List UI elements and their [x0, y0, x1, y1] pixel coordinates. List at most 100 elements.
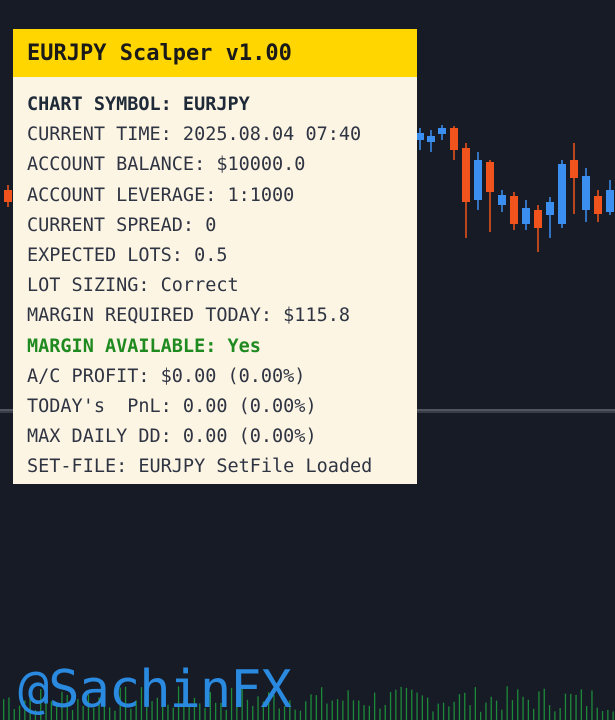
volume-bar — [384, 704, 386, 720]
volume-bar — [559, 707, 561, 720]
volume-bar — [305, 701, 307, 720]
account-leverage-row: ACCOUNT LEVERAGE: 1:1000 — [27, 184, 295, 206]
panel-title: EURJPY Scalper v1.00 — [27, 40, 292, 66]
volume-bar — [506, 686, 508, 720]
volume-bar — [416, 692, 418, 720]
volume-bar — [432, 711, 434, 720]
ea-info-panel: EURJPY Scalper v1.00 CHART SYMBOL: EURJP… — [13, 29, 417, 484]
volume-bar — [421, 695, 423, 720]
volume-bar — [437, 703, 439, 720]
candle-body — [582, 176, 590, 210]
volume-bar — [607, 709, 609, 720]
volume-bar — [336, 699, 339, 720]
account-profit-row: A/C PROFIT: $0.00 (0.00%) — [27, 365, 306, 387]
volume-bar — [321, 687, 323, 720]
volume-bar — [564, 693, 567, 720]
volume-bar — [522, 696, 524, 720]
volume-bar — [331, 700, 333, 720]
volume-bar — [501, 709, 503, 720]
volume-bar — [596, 707, 598, 720]
volume-bar — [358, 700, 360, 720]
account-balance-row: ACCOUNT BALANCE: $10000.0 — [27, 154, 306, 176]
candle-body — [534, 210, 542, 228]
volume-bar — [458, 694, 461, 720]
candle-body — [427, 136, 435, 142]
volume-bar — [474, 687, 476, 720]
volume-bar — [310, 694, 312, 720]
candle-body — [416, 133, 424, 140]
volume-bar — [374, 692, 376, 720]
candle-body — [558, 164, 566, 224]
candle-body — [606, 190, 614, 212]
volume-bar — [294, 709, 296, 720]
volume-bar — [495, 700, 498, 720]
todays-pnl-row: TODAY's PnL: 0.00 (0.00%) — [27, 396, 317, 418]
candle-body — [474, 160, 482, 200]
candle-body — [450, 128, 458, 150]
volume-bar — [411, 689, 413, 720]
panel-header: EURJPY Scalper v1.00 — [13, 29, 417, 77]
volume-bar — [442, 702, 445, 720]
candle-body — [570, 160, 578, 178]
candle-body — [498, 195, 506, 205]
volume-bar — [395, 689, 397, 720]
volume-bar — [548, 705, 551, 720]
volume-bar — [379, 708, 381, 720]
volume-bar — [612, 711, 614, 720]
volume-bar — [517, 689, 519, 720]
candle-body — [438, 128, 446, 134]
volume-bar — [580, 689, 582, 720]
volume-bar — [527, 699, 529, 720]
volume-bar — [570, 693, 572, 720]
volume-bar — [591, 690, 593, 720]
volume-bar — [427, 697, 429, 720]
volume-bar — [448, 706, 450, 720]
volume-bar — [480, 711, 482, 720]
volume-bar — [601, 711, 604, 720]
volume-bar — [347, 690, 349, 720]
volume-bar — [511, 700, 514, 720]
candle-body — [462, 148, 470, 202]
current-time-row: CURRENT TIME: 2025.08.04 07:40 — [27, 124, 362, 146]
current-spread-row: CURRENT SPREAD: 0 — [27, 214, 217, 236]
panel-body: CHART SYMBOL: EURJPY CURRENT TIME: 2025.… — [13, 77, 417, 483]
volume-bar — [315, 695, 317, 720]
volume-bar — [299, 710, 302, 720]
candle-body — [4, 190, 12, 202]
watermark-text: @SachinFX — [18, 660, 292, 720]
candle-body — [594, 196, 602, 214]
volume-bar — [575, 694, 577, 720]
volume-bar — [13, 708, 15, 720]
lot-sizing-row: LOT SIZING: Correct — [27, 275, 239, 297]
volume-bar — [469, 705, 471, 720]
volume-bar — [368, 705, 370, 720]
candle-body — [522, 208, 530, 224]
volume-bar — [352, 700, 355, 720]
volume-bar — [490, 696, 492, 720]
volume-bar — [342, 700, 344, 720]
volume-bar — [326, 703, 328, 720]
volume-bar — [453, 701, 455, 720]
volume-bar — [543, 688, 545, 720]
volume-bar — [405, 687, 408, 720]
volume-bar — [389, 692, 392, 720]
set-file-row: SET-FILE: EURJPY SetFile Loaded — [27, 456, 373, 478]
candle-body — [510, 196, 518, 224]
chart-symbol-row: CHART SYMBOL: EURJPY — [27, 94, 250, 115]
volume-bar — [8, 697, 10, 720]
volume-bar — [485, 702, 487, 720]
volume-bar — [533, 708, 535, 720]
volume-bar — [363, 705, 365, 720]
max-daily-dd-row: MAX DAILY DD: 0.00 (0.00%) — [27, 426, 317, 448]
volume-bar — [538, 691, 540, 720]
volume-bar — [464, 692, 466, 720]
expected-lots-row: EXPECTED LOTS: 0.5 — [27, 245, 228, 267]
volume-bar — [3, 699, 5, 720]
volume-bar — [554, 711, 556, 720]
candle-body — [546, 202, 554, 215]
candle-body — [486, 162, 494, 192]
volume-bar — [586, 706, 588, 720]
margin-required-row: MARGIN REQUIRED TODAY: $115.8 — [27, 305, 351, 327]
margin-available-row: MARGIN AVAILABLE: Yes — [27, 335, 261, 357]
volume-bar — [400, 686, 402, 720]
